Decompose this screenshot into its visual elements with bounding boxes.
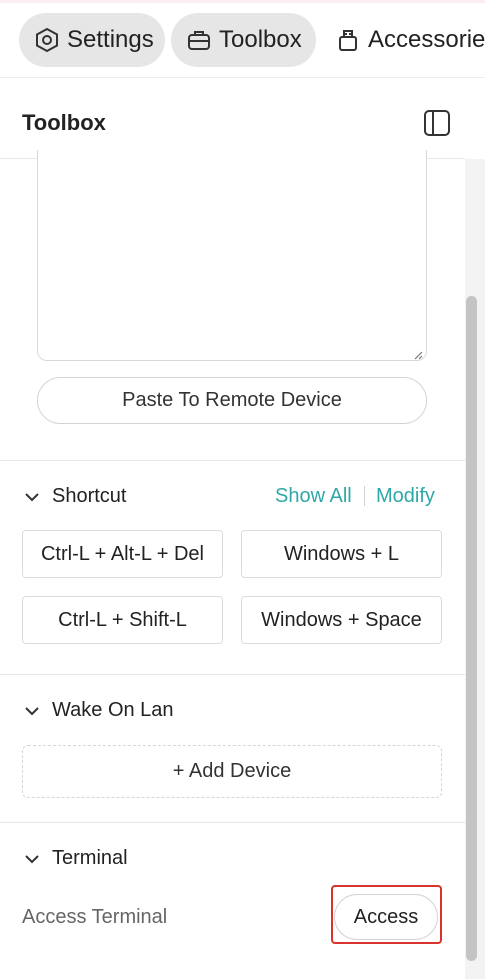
terminal-title: Terminal [52, 847, 128, 869]
divider [0, 822, 465, 823]
chevron-down-icon [22, 487, 42, 507]
clipboard-textarea[interactable] [37, 150, 427, 361]
modify-link[interactable]: Modify [376, 485, 435, 508]
divider [0, 674, 465, 675]
tab-toolbox[interactable]: Toolbox [171, 13, 316, 67]
accessory-icon [334, 26, 362, 54]
link-separator [364, 486, 365, 506]
tab-accessories[interactable]: Accessories [324, 13, 485, 67]
tab-toolbox-label: Toolbox [219, 26, 302, 53]
panel-header: Toolbox [0, 78, 465, 159]
scrollbar[interactable] [465, 159, 485, 979]
resize-grip-icon[interactable] [413, 347, 423, 360]
show-all-link[interactable]: Show All [275, 485, 352, 508]
wake-on-lan-section-header[interactable]: Wake On Lan [22, 699, 174, 722]
terminal-section-header[interactable]: Terminal [22, 847, 128, 870]
divider [0, 460, 465, 461]
scrollbar-thumb[interactable] [466, 296, 477, 961]
gear-hex-icon [33, 26, 61, 54]
shortcut-button[interactable]: Windows + Space [241, 596, 442, 644]
chevron-down-icon [22, 701, 42, 721]
sidebar-panel-icon[interactable] [422, 108, 452, 138]
shortcut-button[interactable]: Ctrl-L + Shift-L [22, 596, 223, 644]
tab-settings-label: Settings [67, 26, 154, 53]
shortcut-title: Shortcut [52, 485, 127, 507]
chevron-down-icon [22, 849, 42, 869]
tab-settings[interactable]: Settings [19, 13, 165, 67]
highlight-box [331, 885, 442, 944]
access-terminal-label: Access Terminal [22, 906, 168, 928]
shortcut-section-header[interactable]: Shortcut [22, 485, 126, 508]
toolbox-icon [185, 26, 213, 54]
shortcut-button[interactable]: Ctrl-L + Alt-L + Del [22, 530, 223, 578]
panel-title: Toolbox [22, 110, 106, 135]
tab-accessories-label: Accessories [368, 26, 485, 53]
shortcut-button[interactable]: Windows + L [241, 530, 442, 578]
add-device-button[interactable]: + Add Device [22, 745, 442, 798]
wake-on-lan-title: Wake On Lan [52, 699, 174, 721]
paste-to-remote-button[interactable]: Paste To Remote Device [37, 377, 427, 424]
tab-bar: Settings Toolbox Accessories [0, 3, 485, 78]
